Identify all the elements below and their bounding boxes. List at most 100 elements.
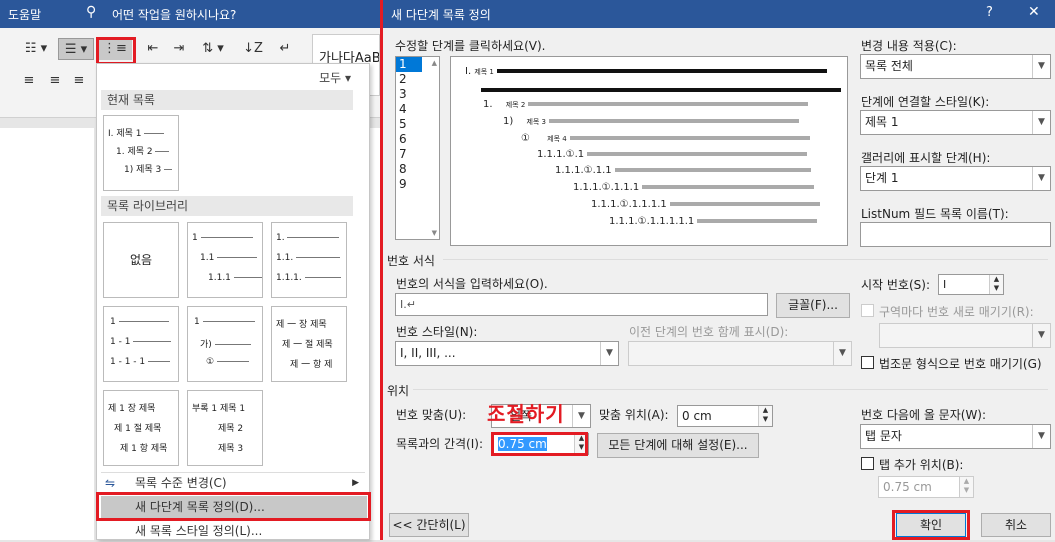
level-list[interactable]: 123456789 ▲ ▼ bbox=[395, 56, 440, 240]
spinner-icon[interactable]: ▲ ▼ bbox=[758, 406, 772, 426]
thumb-line: 제 一 절 제목 bbox=[282, 340, 333, 350]
cancel-button[interactable]: 취소 bbox=[981, 513, 1051, 537]
thumb-line: 제 1 절 제목 bbox=[114, 424, 162, 434]
thumb-line: 부록 1 제목 1 bbox=[192, 404, 246, 414]
alignment-label: 번호 맞춤(U): bbox=[396, 408, 467, 422]
change-list-level-item[interactable]: ⇋ 목록 수준 변경(C) ▶ bbox=[101, 472, 367, 494]
increase-indent-icon[interactable]: ⇥ bbox=[166, 38, 192, 60]
level-item[interactable]: 6 bbox=[396, 132, 422, 147]
restart-select[interactable]: ▼ bbox=[879, 323, 1051, 348]
follow-number-select[interactable]: 탭 문자 ▼ bbox=[860, 424, 1051, 449]
tell-me-box[interactable]: 어떤 작업을 원하시나요? bbox=[112, 6, 236, 23]
thumb-line: 제 一 항 제 bbox=[290, 360, 333, 370]
level-item[interactable]: 2 bbox=[396, 72, 422, 87]
level-item[interactable]: 3 bbox=[396, 87, 422, 102]
list-thumb-decimal[interactable]: 1 1.1 1.1.1 bbox=[187, 222, 263, 298]
number-format-input[interactable]: I.↵ bbox=[395, 293, 768, 316]
adjust-annotation: 조절하기 bbox=[487, 402, 565, 426]
listnum-input[interactable] bbox=[860, 222, 1051, 247]
thumb-line: 1 bbox=[194, 317, 200, 327]
list-thumb-decimal-dot[interactable]: 1. 1.1. 1.1.1. bbox=[271, 222, 347, 298]
bullets-icon[interactable]: ☷ ▾ bbox=[20, 38, 52, 60]
start-at-label: 시작 번호(S): bbox=[861, 278, 930, 292]
start-at-input[interactable]: I ▲ ▼ bbox=[938, 274, 1004, 295]
list-level-icon: ⇋ bbox=[105, 476, 116, 490]
thumb-line: 1) 제목 3 bbox=[124, 165, 162, 175]
multilevel-highlight bbox=[96, 37, 136, 65]
level-item[interactable]: 5 bbox=[396, 117, 422, 132]
chevron-down-icon: ▼ bbox=[1032, 55, 1050, 78]
level-item[interactable]: 4 bbox=[396, 102, 422, 117]
none-list-thumb[interactable]: 없음 bbox=[103, 222, 179, 298]
sort-az-icon[interactable]: ↓Z bbox=[240, 38, 266, 60]
thumb-line: I. 제목 1 bbox=[108, 129, 142, 139]
list-thumb-chapter[interactable]: 제 1 장 제목 제 1 절 제목 제 1 항 제목 bbox=[103, 390, 179, 466]
text-indent-highlight bbox=[491, 432, 588, 456]
preview-number: 1.1.1.①.1.1.1.1 bbox=[591, 199, 667, 210]
ok-highlight bbox=[892, 510, 970, 540]
thumb-line: 1. bbox=[276, 233, 285, 243]
restart-label: 구역마다 번호 새로 매기기(R): bbox=[879, 305, 1034, 319]
less-button[interactable]: << 간단히(L) bbox=[389, 513, 469, 537]
restart-checkbox[interactable] bbox=[861, 304, 874, 317]
apply-to-value: 목록 전체 bbox=[865, 59, 913, 73]
close-icon[interactable]: ✕ bbox=[1028, 4, 1040, 20]
tab-add-value: 0.75 cm bbox=[883, 480, 932, 494]
apply-to-select[interactable]: 목록 전체 ▼ bbox=[860, 54, 1051, 79]
numbering-icon[interactable]: ☰ ▾ bbox=[58, 38, 94, 60]
aligned-at-input[interactable]: 0 cm ▲ ▼ bbox=[677, 405, 773, 427]
scroll-down-icon[interactable]: ▼ bbox=[432, 229, 437, 237]
level-item[interactable]: 1 bbox=[396, 57, 422, 72]
level-item[interactable]: 7 bbox=[396, 147, 422, 162]
click-level-label: 수정할 단계를 클릭하세요(V). bbox=[395, 39, 546, 53]
list-thumb-appendix[interactable]: 부록 1 제목 1 제목 2 제목 3 bbox=[187, 390, 263, 466]
preview-text: 제목 2 bbox=[505, 101, 526, 109]
gallery-level-label: 갤러리에 표시할 단계(H): bbox=[861, 151, 991, 165]
link-style-value: 제목 1 bbox=[865, 115, 899, 129]
scroll-up-icon[interactable]: ▲ bbox=[432, 59, 437, 67]
chevron-down-icon: ▼ bbox=[572, 405, 590, 427]
spinner-icon[interactable]: ▲ ▼ bbox=[989, 275, 1003, 294]
list-thumb-dash[interactable]: 1 1 - 1 1 - 1 - 1 bbox=[103, 306, 179, 382]
preview-number: 1. bbox=[483, 99, 493, 110]
listnum-label: ListNum 필드 목록 이름(T): bbox=[861, 207, 1009, 221]
help-icon[interactable]: ? bbox=[986, 5, 993, 20]
align-right-icon[interactable]: ≡ bbox=[68, 70, 90, 92]
preview-number: ① bbox=[521, 133, 530, 144]
tab-add-checkbox[interactable] bbox=[861, 457, 874, 470]
menu-filter[interactable]: 모두 ▾ bbox=[319, 69, 351, 86]
section-divider bbox=[443, 259, 1048, 260]
align-left-icon[interactable]: ≡ bbox=[18, 70, 40, 92]
align-center-icon[interactable]: ≡ bbox=[44, 70, 66, 92]
thumb-line: 1.1.1. bbox=[276, 273, 302, 283]
preview-text: 제목 3 bbox=[526, 118, 547, 126]
define-new-list-style-item[interactable]: 새 목록 스타일 정의(L)... bbox=[101, 520, 367, 542]
thumb-line: ① bbox=[206, 357, 215, 367]
help-tab[interactable]: 도움말 bbox=[8, 6, 41, 23]
tab-add-input[interactable]: 0.75 cm ▲ ▼ bbox=[878, 476, 974, 498]
legal-checkbox[interactable] bbox=[861, 356, 874, 369]
gallery-level-value: 단계 1 bbox=[865, 171, 899, 185]
preview-number: 1) bbox=[503, 116, 514, 127]
set-all-levels-button[interactable]: 모든 단계에 대해 설정(E)... bbox=[597, 433, 759, 458]
thumb-line: 제 一 장 제목 bbox=[276, 320, 327, 330]
decrease-indent-icon[interactable]: ⇤ bbox=[140, 38, 166, 60]
include-prev-select[interactable]: ▼ bbox=[628, 341, 852, 366]
number-style-value: I, II, III, ... bbox=[400, 346, 456, 360]
multilevel-list-menu: 모두 ▾ 현재 목록 I. 제목 1 1. 제목 2 1) 제목 3 목록 라이… bbox=[96, 63, 370, 540]
list-thumb-chapter-chinese[interactable]: 제 一 장 제목 제 一 절 제목 제 一 항 제 bbox=[271, 306, 347, 382]
font-button[interactable]: 글꼴(F)... bbox=[776, 293, 850, 318]
number-style-select[interactable]: I, II, III, ... ▼ bbox=[395, 341, 619, 366]
gallery-level-select[interactable]: 단계 1 ▼ bbox=[860, 166, 1051, 191]
current-list-thumb[interactable]: I. 제목 1 1. 제목 2 1) 제목 3 bbox=[103, 115, 179, 191]
thumb-line: 제 1 항 제목 bbox=[120, 444, 168, 454]
sort-icon[interactable]: ⇅ ▾ bbox=[196, 38, 230, 60]
chevron-down-icon: ▼ bbox=[600, 342, 618, 365]
list-thumb-korean[interactable]: 1 가) ① bbox=[187, 306, 263, 382]
link-style-select[interactable]: 제목 1 ▼ bbox=[860, 110, 1051, 135]
level-item[interactable]: 9 bbox=[396, 177, 422, 192]
spinner-icon[interactable]: ▲ ▼ bbox=[959, 477, 973, 497]
show-marks-icon[interactable]: ↵ bbox=[272, 38, 298, 60]
number-style-label: 번호 스타일(N): bbox=[396, 325, 478, 339]
level-item[interactable]: 8 bbox=[396, 162, 422, 177]
